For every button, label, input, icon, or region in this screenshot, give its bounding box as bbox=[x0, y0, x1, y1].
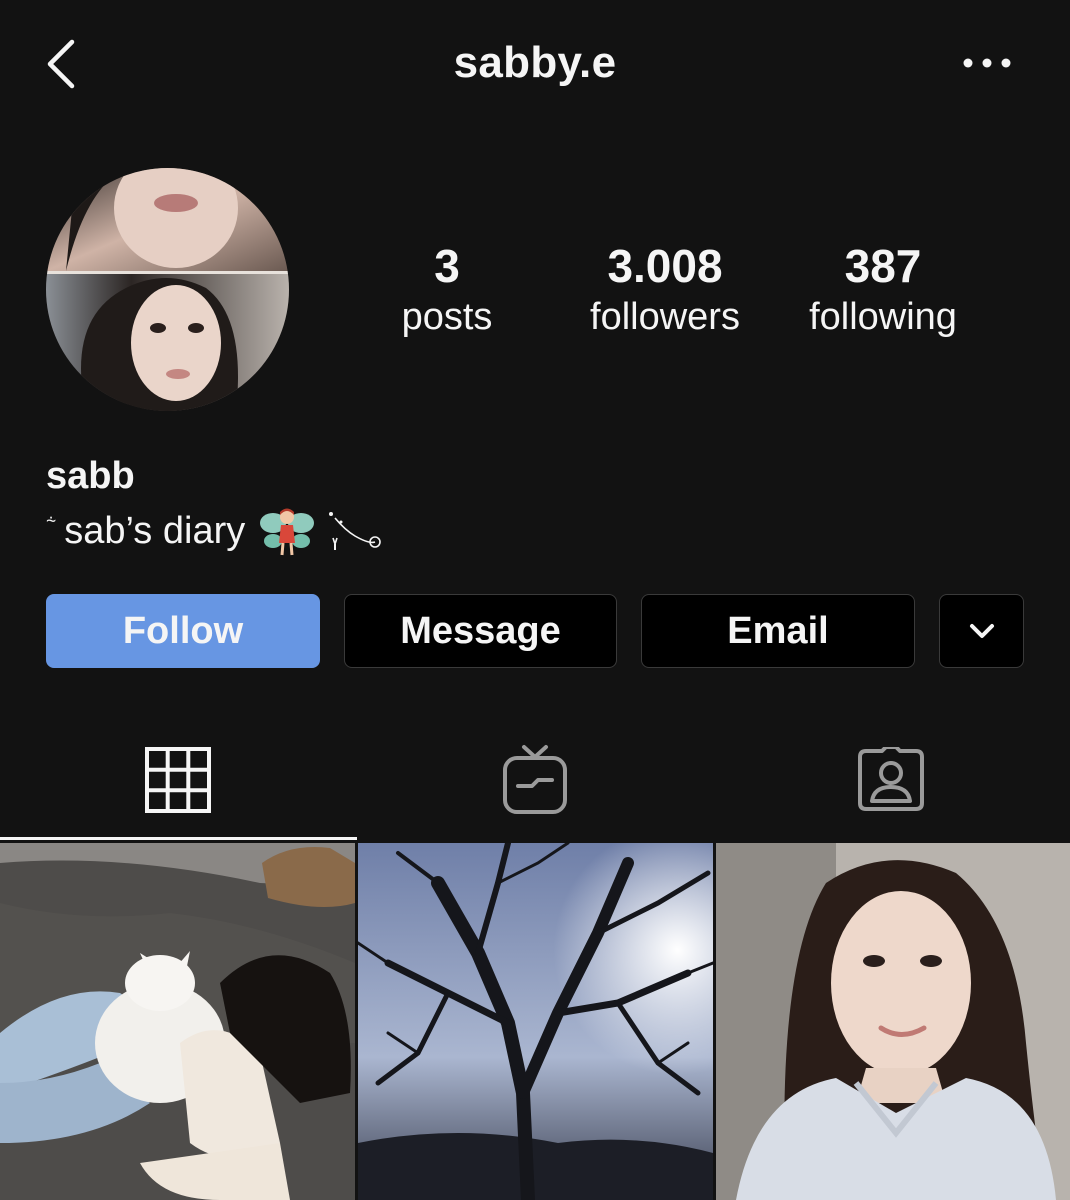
active-tab-indicator bbox=[0, 837, 357, 840]
post-image-cat bbox=[0, 843, 355, 1200]
profile-avatar[interactable] bbox=[46, 168, 289, 411]
more-options-button[interactable] bbox=[952, 44, 1022, 84]
avatar-photo bbox=[46, 168, 289, 411]
profile-tabs bbox=[0, 720, 1070, 842]
post-thumbnail-tree[interactable] bbox=[358, 843, 713, 1200]
followers-count-label: followers bbox=[590, 296, 740, 338]
email-button[interactable]: Email bbox=[641, 594, 915, 668]
posts-grid bbox=[0, 843, 1070, 1200]
chevron-down-icon bbox=[969, 624, 994, 638]
profile-username: sabby.e bbox=[453, 38, 617, 87]
post-image-portrait bbox=[716, 843, 1070, 1200]
suggested-accounts-dropdown-button[interactable] bbox=[939, 594, 1024, 668]
bio: ⸞ sab’s diary bbox=[46, 503, 383, 559]
grid-icon bbox=[145, 747, 211, 813]
profile-actions: Follow Message Email bbox=[46, 594, 1026, 670]
igtv-icon bbox=[503, 745, 567, 814]
header: sabby.e bbox=[0, 0, 1070, 130]
message-button[interactable]: Message bbox=[344, 594, 617, 668]
profile-page: sabby.e 3 posts 3.008 followers 387 foll… bbox=[0, 0, 1070, 1200]
followers-count[interactable]: 3.008 followers bbox=[565, 240, 765, 342]
posts-count-label: posts bbox=[401, 296, 493, 338]
posts-count[interactable]: 3 posts bbox=[347, 240, 547, 342]
bio-prefix-symbol: ⸞ bbox=[46, 511, 56, 531]
bio-text: sab’s diary bbox=[64, 509, 246, 552]
post-thumbnail-cat[interactable] bbox=[0, 843, 355, 1200]
followers-count-value: 3.008 bbox=[607, 240, 723, 292]
tab-tagged[interactable] bbox=[713, 720, 1069, 840]
posts-count-value: 3 bbox=[434, 240, 460, 292]
ellipsis-icon bbox=[963, 58, 1011, 68]
post-thumbnail-portrait[interactable] bbox=[716, 843, 1070, 1200]
following-count-label: following bbox=[809, 296, 957, 338]
tab-igtv[interactable] bbox=[357, 720, 713, 840]
tab-posts-grid[interactable] bbox=[0, 720, 356, 840]
follow-button[interactable]: Follow bbox=[46, 594, 320, 668]
following-count-value: 387 bbox=[844, 240, 922, 292]
following-count[interactable]: 387 following bbox=[783, 240, 983, 342]
tagged-person-icon bbox=[858, 747, 924, 811]
post-image-tree bbox=[358, 843, 713, 1200]
profile-stats: 3 posts 3.008 followers 387 following bbox=[340, 240, 1030, 350]
display-name: sabb bbox=[46, 455, 135, 497]
sparkle-trail-icon bbox=[329, 512, 382, 550]
fairy-emoji-icon bbox=[260, 508, 315, 556]
